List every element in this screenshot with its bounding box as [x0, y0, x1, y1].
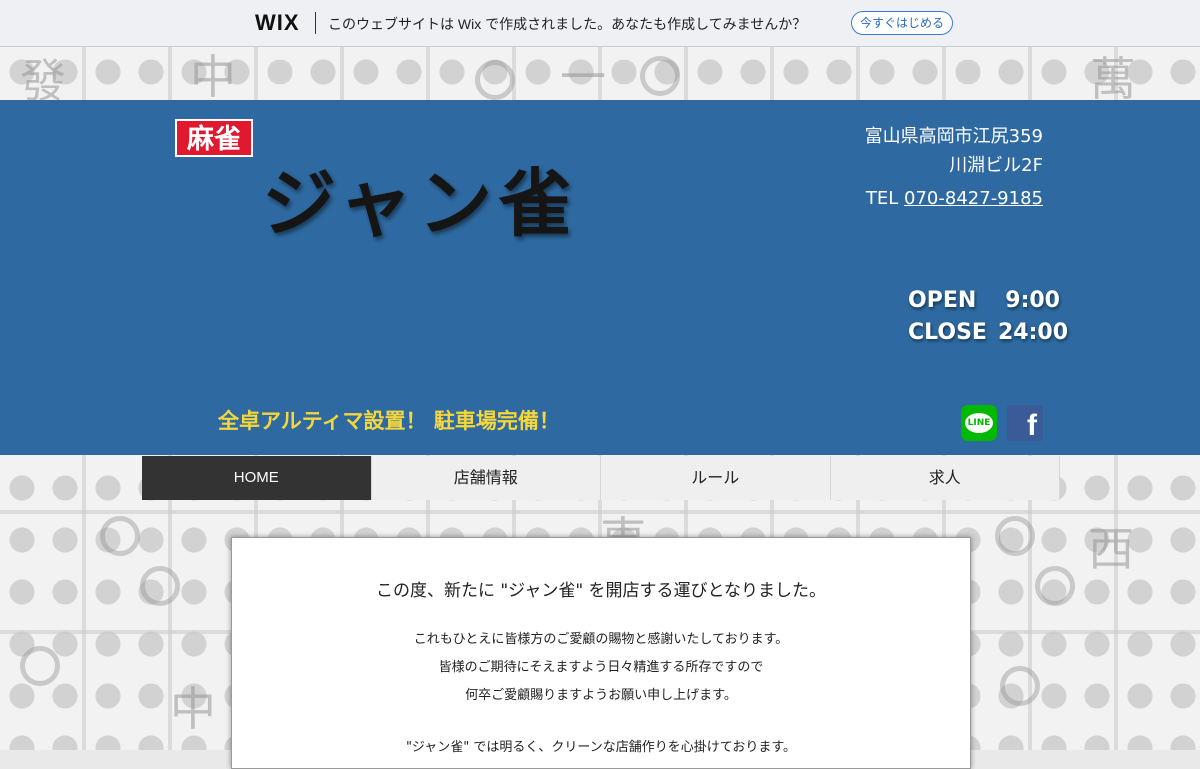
- line-icon[interactable]: LINE: [961, 405, 997, 441]
- address-line-2: 川淵ビル2F: [949, 155, 1043, 176]
- tile-glyph: 西: [1088, 522, 1134, 576]
- pin-circle-decoration: [100, 516, 140, 556]
- wix-banner-message: このウェブサイトは Wix で作成されました。あなたも作成してみませんか？: [328, 16, 807, 32]
- address: 富山県高岡市江尻359 川淵ビル2F: [865, 122, 1043, 180]
- facebook-icon-label: f: [1027, 409, 1037, 441]
- business-hours: OPEN 9:00 CLOSE 24:00: [908, 285, 1069, 349]
- phone: TEL 070-8427-9185: [866, 188, 1043, 209]
- tile-glyph: 發: [20, 54, 66, 108]
- divider: [315, 12, 316, 34]
- pin-circle-decoration: [1035, 566, 1075, 606]
- open-label: OPEN: [908, 288, 977, 313]
- announcement-line: "ジャン雀" では明るく、クリーンな店舗作りを心掛けております。: [405, 740, 797, 755]
- mahjong-badge: 麻雀: [175, 119, 253, 157]
- facebook-icon[interactable]: f: [1007, 405, 1043, 441]
- tile-glyph: 一: [560, 50, 606, 104]
- address-line-1: 富山県高岡市江尻359: [864, 126, 1043, 147]
- pin-circle-decoration: [640, 56, 680, 96]
- nav-item-store-info[interactable]: 店舗情報: [371, 456, 601, 500]
- nav-item-rules[interactable]: ルール: [601, 456, 831, 500]
- pin-circle-decoration: [1000, 666, 1040, 706]
- phone-link[interactable]: 070-8427-9185: [904, 188, 1043, 209]
- announcement-line: 皆様のご期待にそえますよう日々精進する所存ですので: [438, 660, 764, 675]
- line-icon-label: LINE: [965, 413, 993, 433]
- open-time: 9:00: [1005, 288, 1060, 313]
- nav-item-recruit[interactable]: 求人: [830, 456, 1060, 500]
- site-header: 麻雀 ジャン雀 富山県高岡市江尻359 川淵ビル2F TEL 070-8427-…: [0, 100, 1200, 455]
- slogan: 全卓アルティマ設置！ 駐車場完備！: [218, 409, 560, 433]
- pin-circle-decoration: [140, 566, 180, 606]
- pin-circle-decoration: [475, 60, 515, 100]
- close-label: CLOSE: [908, 320, 987, 345]
- wix-promo-banner: WIX このウェブサイトは Wix で作成されました。あなたも作成してみませんか…: [0, 0, 1200, 47]
- main-nav: HOME 店舗情報 ルール 求人: [142, 456, 1060, 500]
- announcement-title: この度、新たに "ジャン雀" を開店する運びとなりました。: [375, 581, 827, 601]
- tile-glyph: 中: [190, 50, 236, 104]
- pin-circle-decoration: [995, 516, 1035, 556]
- pin-circle-decoration: [20, 646, 60, 686]
- announcement-box: この度、新たに "ジャン雀" を開店する運びとなりました。 これもひとえに皆様方…: [231, 537, 971, 769]
- start-now-button[interactable]: 今すぐはじめる: [851, 11, 954, 35]
- tile-glyph: 中: [170, 682, 216, 736]
- announcement-line: 何卒ご愛顧賜りますようお願い申し上げます。: [465, 688, 737, 703]
- announcement-body: これもひとえに皆様方のご愛顧の賜物と感謝いたしております。 皆様のご期待にそえま…: [232, 626, 970, 710]
- nav-item-home[interactable]: HOME: [142, 456, 372, 500]
- site-logo[interactable]: ジャン雀: [262, 144, 578, 251]
- close-time: 24:00: [998, 320, 1069, 345]
- announcement-line: これもひとえに皆様方のご愛顧の賜物と感謝いたしております。: [413, 632, 789, 647]
- tile-glyph: 萬: [1090, 52, 1136, 106]
- wix-logo[interactable]: WIX: [255, 10, 300, 36]
- tel-label: TEL: [865, 188, 899, 209]
